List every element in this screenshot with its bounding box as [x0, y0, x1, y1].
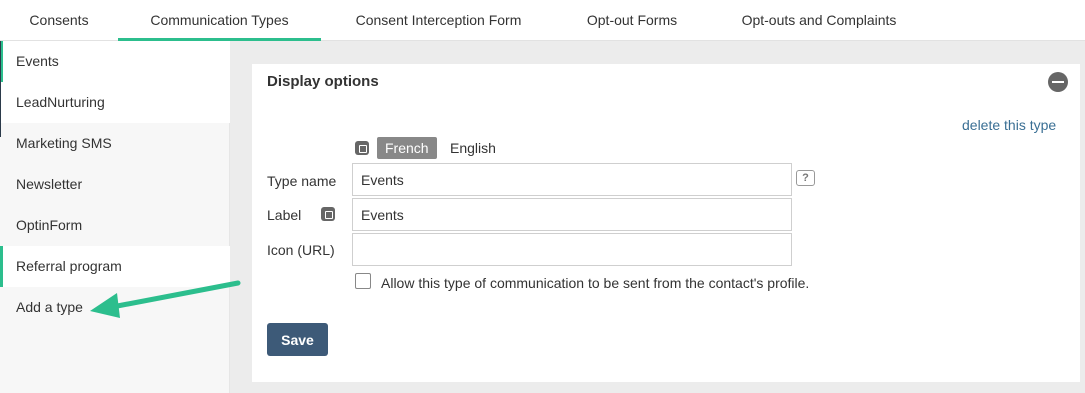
- tab-opt-outs-and-complaints[interactable]: Opt-outs and Complaints: [708, 0, 930, 41]
- label-input[interactable]: [352, 198, 792, 231]
- minus-circle-icon[interactable]: [1048, 72, 1068, 92]
- allow-from-profile-label: Allow this type of communication to be s…: [381, 275, 810, 291]
- translate-icon[interactable]: [355, 141, 369, 155]
- language-tab-english[interactable]: English: [450, 137, 496, 159]
- label-field-label: Label: [267, 207, 302, 223]
- type-name-label: Type name: [267, 173, 337, 189]
- tab-consents[interactable]: Consents: [0, 0, 118, 41]
- sidebar-item-optinform[interactable]: OptinForm: [0, 205, 230, 246]
- allow-from-profile-checkbox[interactable]: [355, 273, 371, 289]
- main-content: Display options delete this type French …: [230, 41, 1085, 393]
- tab-communication-types[interactable]: Communication Types: [118, 0, 321, 41]
- translate-icon[interactable]: [321, 207, 335, 221]
- sidebar-item-leadnurturing[interactable]: LeadNurturing: [0, 82, 230, 123]
- add-type-link[interactable]: Add a type: [0, 287, 230, 328]
- sidebar-item-marketing-sms[interactable]: Marketing SMS: [0, 123, 230, 164]
- tab-bar: Consents Communication Types Consent Int…: [0, 0, 1085, 41]
- display-options-panel: Display options delete this type French …: [252, 64, 1080, 382]
- panel-title: Display options: [267, 73, 379, 90]
- language-tab-french[interactable]: French: [377, 137, 437, 159]
- tab-opt-out-forms[interactable]: Opt-out Forms: [556, 0, 708, 41]
- help-icon[interactable]: ?: [796, 170, 815, 186]
- tab-consent-interception-form[interactable]: Consent Interception Form: [321, 0, 556, 41]
- sidebar-item-referral-program[interactable]: Referral program: [0, 246, 230, 287]
- sidebar: Events LeadNurturing Marketing SMS Newsl…: [0, 41, 230, 393]
- type-name-input[interactable]: [352, 163, 792, 196]
- sidebar-divider: [0, 41, 1, 137]
- icon-url-input[interactable]: [352, 233, 792, 266]
- icon-url-label: Icon (URL): [267, 242, 335, 258]
- save-button[interactable]: Save: [267, 323, 328, 356]
- delete-type-link[interactable]: delete this type: [962, 117, 1056, 133]
- sidebar-item-events[interactable]: Events: [0, 41, 230, 82]
- sidebar-item-newsletter[interactable]: Newsletter: [0, 164, 230, 205]
